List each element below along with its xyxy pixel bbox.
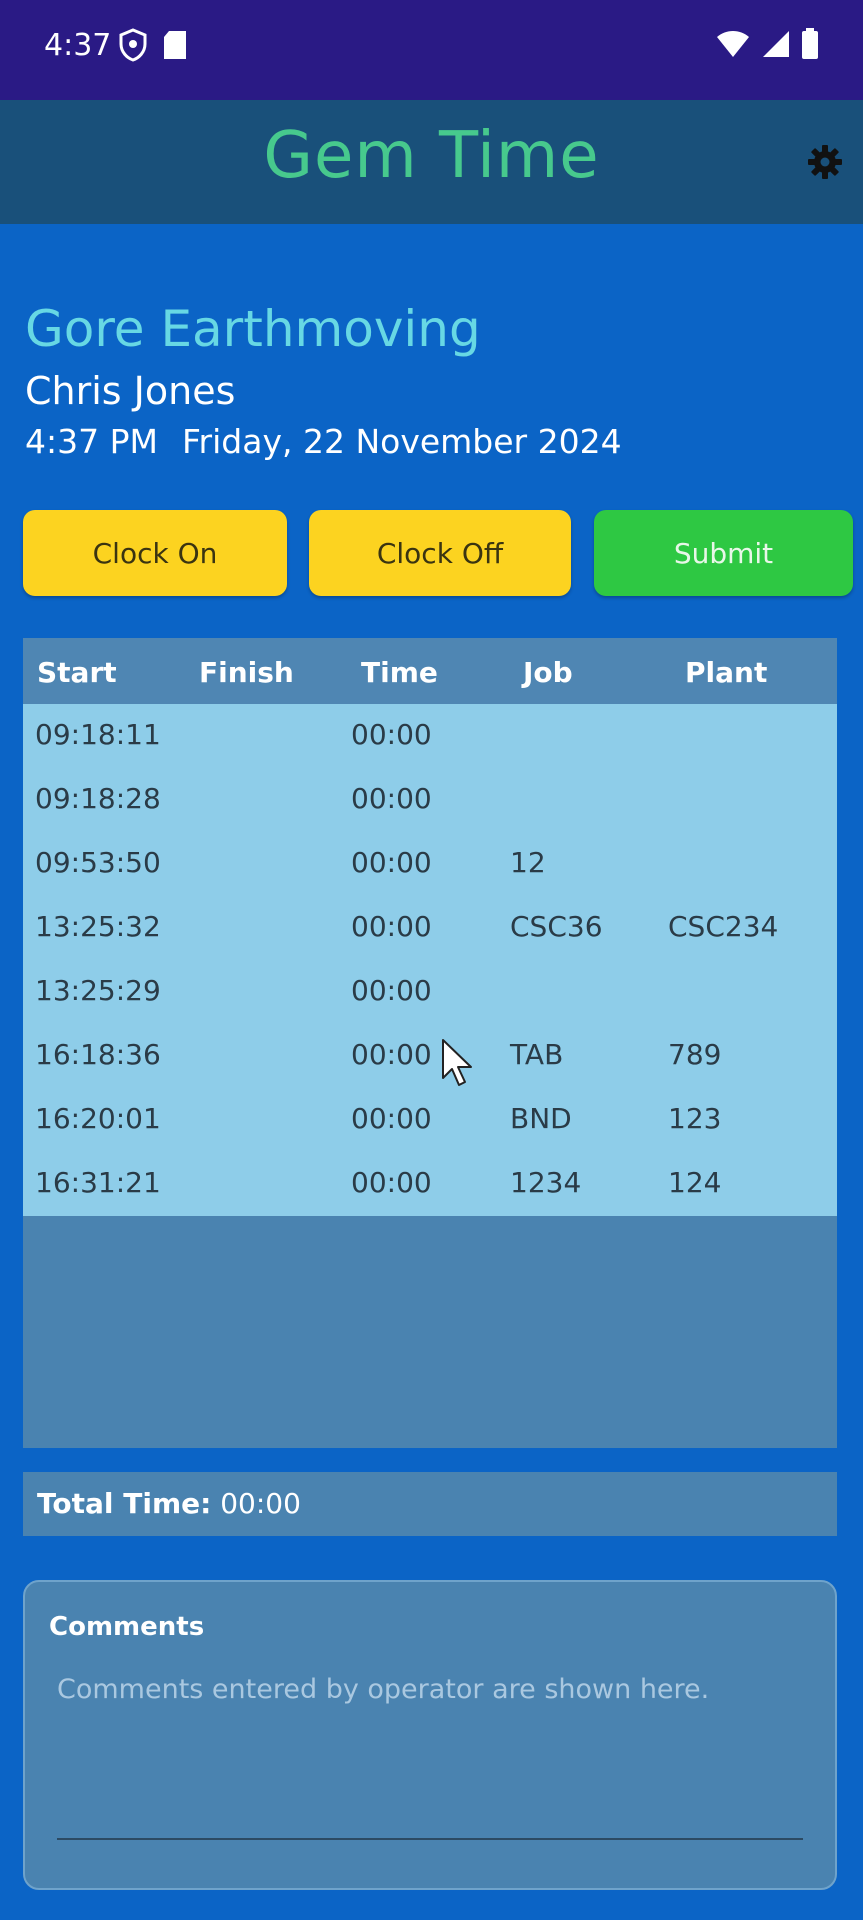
cell-start: 13:25:29 [35, 974, 161, 1007]
table-row[interactable]: 13:25:29 00:00 [23, 960, 837, 1024]
shield-icon [118, 28, 148, 66]
cell-job: TAB [510, 1038, 564, 1071]
column-header-time: Time [361, 656, 438, 689]
sd-card-icon [162, 29, 188, 65]
company-name: Gore Earthmoving [25, 300, 481, 358]
comments-label: Comments [49, 1612, 205, 1642]
cell-time: 00:00 [351, 1166, 432, 1199]
cell-time: 00:00 [351, 1038, 432, 1071]
cell-time: 00:00 [351, 718, 432, 751]
column-header-plant: Plant [685, 656, 768, 689]
clock-off-button[interactable]: Clock Off [309, 510, 571, 596]
current-time: 4:37 PM [25, 422, 158, 461]
cell-time: 00:00 [351, 910, 432, 943]
cell-start: 16:20:01 [35, 1102, 161, 1135]
time-entries-table: Start Finish Time Job Plant 09:18:11 00:… [23, 638, 837, 1448]
settings-button[interactable] [801, 140, 849, 188]
cell-time: 00:00 [351, 782, 432, 815]
cell-plant: 123 [668, 1102, 722, 1135]
mouse-cursor-icon [440, 1038, 476, 1090]
submit-button[interactable]: Submit [594, 510, 853, 596]
table-row[interactable]: 09:53:50 00:00 12 [23, 832, 837, 896]
battery-icon [801, 28, 819, 64]
table-row[interactable]: 09:18:28 00:00 [23, 768, 837, 832]
table-row[interactable]: 09:18:11 00:00 [23, 704, 837, 768]
table-body: 09:18:11 00:00 09:18:28 00:00 09:53:50 0… [23, 704, 837, 1216]
current-date: Friday, 22 November 2024 [181, 422, 622, 461]
cell-start: 09:18:28 [35, 782, 161, 815]
total-time-value: 00:00 [220, 1487, 301, 1520]
cell-start: 16:31:21 [35, 1166, 161, 1199]
table-header: Start Finish Time Job Plant [23, 638, 837, 704]
column-header-finish: Finish [199, 656, 294, 689]
signal-icon [761, 29, 791, 63]
status-bar: 4:37 [0, 0, 863, 100]
total-time-label: Total Time: [37, 1487, 212, 1520]
clock-on-button[interactable]: Clock On [23, 510, 287, 596]
column-header-start: Start [37, 656, 117, 689]
cell-job: 1234 [510, 1166, 582, 1199]
table-row[interactable]: 13:25:32 00:00 CSC36 CSC234 [23, 896, 837, 960]
cell-job: CSC36 [510, 910, 603, 943]
cell-plant: 124 [668, 1166, 722, 1199]
comments-underline [57, 1838, 803, 1840]
cell-start: 09:18:11 [35, 718, 161, 751]
table-row[interactable]: 16:31:21 00:00 1234 124 [23, 1152, 837, 1216]
table-row[interactable]: 16:20:01 00:00 BND 123 [23, 1088, 837, 1152]
cell-start: 16:18:36 [35, 1038, 161, 1071]
cell-plant: CSC234 [668, 910, 779, 943]
cell-start: 09:53:50 [35, 846, 161, 879]
app-title: Gem Time [263, 119, 600, 193]
cell-plant: 789 [668, 1038, 722, 1071]
datetime-row: 4:37 PM Friday, 22 November 2024 [25, 420, 622, 464]
app-header: Gem Time [0, 100, 863, 224]
comments-box: Comments [23, 1580, 837, 1890]
table-row[interactable]: 16:18:36 00:00 TAB 789 [23, 1024, 837, 1088]
total-time-bar: Total Time: 00:00 [23, 1472, 837, 1536]
total-time: Total Time: 00:00 [37, 1486, 301, 1522]
cell-time: 00:00 [351, 974, 432, 1007]
status-time: 4:37 [44, 28, 112, 63]
column-header-job: Job [523, 656, 573, 689]
status-right-icons [715, 28, 819, 64]
comments-input[interactable] [57, 1674, 787, 1824]
user-name: Chris Jones [25, 369, 236, 413]
cell-job: 12 [510, 846, 546, 879]
cell-time: 00:00 [351, 846, 432, 879]
cell-start: 13:25:32 [35, 910, 161, 943]
gear-icon [807, 144, 843, 184]
status-left-icons [118, 28, 188, 66]
wifi-icon [715, 29, 751, 63]
cell-time: 00:00 [351, 1102, 432, 1135]
cell-job: BND [510, 1102, 572, 1135]
